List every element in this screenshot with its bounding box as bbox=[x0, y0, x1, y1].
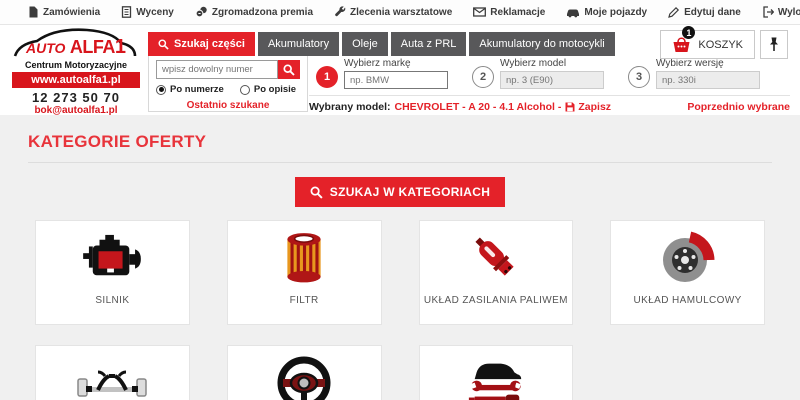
tab-szukaj-czesci[interactable]: Szukaj części bbox=[148, 32, 255, 56]
search-icon bbox=[283, 64, 295, 76]
tab-akumulatory[interactable]: Akumulatory bbox=[258, 32, 339, 56]
email-link[interactable]: bok@autoalfa1.pl bbox=[6, 105, 146, 116]
category-label: SILNIK bbox=[95, 295, 129, 307]
nav-item-orders[interactable]: Zamówienia bbox=[28, 6, 100, 18]
pin-icon bbox=[768, 37, 780, 52]
step-version: 3 Wybierz wersję bbox=[628, 58, 760, 89]
cart-label: KOSZYK bbox=[698, 39, 743, 51]
service-icon bbox=[465, 355, 527, 400]
search-icon bbox=[158, 39, 169, 50]
search-in-categories-button[interactable]: SZUKAJ W KATEGORIACH bbox=[295, 177, 505, 207]
brake-system-icon bbox=[660, 230, 716, 286]
bonus-icon bbox=[195, 6, 208, 18]
logo-tagline: Centrum Motoryzacyjne bbox=[6, 60, 146, 70]
brand-input[interactable] bbox=[344, 71, 448, 89]
nav-item-label: Moje pojazdy bbox=[584, 7, 647, 18]
nav-item-label: Zlecenia warsztatowe bbox=[350, 7, 452, 18]
category-label: UKŁAD ZASILANIA PALIWEM bbox=[424, 295, 568, 307]
envelope-icon bbox=[473, 6, 486, 18]
engine-icon bbox=[81, 233, 143, 283]
category-label: UKŁAD HAMULCOWY bbox=[634, 295, 742, 307]
nav-item-label: Edytuj dane bbox=[684, 7, 741, 18]
wrench-icon bbox=[334, 6, 346, 18]
nav-item-label: Reklamacje bbox=[490, 7, 545, 18]
radio-by-number[interactable]: Po numerze bbox=[156, 84, 224, 95]
step-label: Wybierz markę bbox=[344, 58, 448, 69]
step-model: 2 Wybierz model bbox=[472, 58, 604, 89]
filter-icon bbox=[281, 231, 327, 285]
category-card-axle[interactable] bbox=[35, 345, 190, 400]
axle-icon bbox=[76, 362, 148, 400]
cart-count-badge: 1 bbox=[682, 26, 695, 39]
edit-icon bbox=[668, 6, 680, 18]
category-card-silnik[interactable]: SILNIK bbox=[35, 220, 190, 325]
header: AUTO ALFA1 Centrum Motoryzacyjne www.aut… bbox=[0, 25, 800, 115]
nav-item-label: Zgromadzona premia bbox=[212, 7, 313, 18]
category-card-uklad-zasilania-paliwem[interactable]: UKŁAD ZASILANIA PALIWEM bbox=[419, 220, 574, 325]
category-card-uklad-hamulcowy[interactable]: UKŁAD HAMULCOWY bbox=[610, 220, 765, 325]
model-input[interactable] bbox=[500, 71, 604, 89]
radio-unchecked-icon bbox=[240, 85, 250, 95]
cart-area: 1 KOSZYK bbox=[660, 30, 788, 59]
vehicle-steps: 1 Wybierz markę 2 Wybierz model 3 Wybier… bbox=[316, 58, 760, 89]
main-content: KATEGORIE OFERTY SZUKAJ W KATEGORIACH bbox=[0, 115, 800, 400]
nav-item-complaints[interactable]: Reklamacje bbox=[473, 6, 545, 18]
logout-icon bbox=[762, 6, 774, 18]
logo[interactable]: AUTO ALFA1 Centrum Motoryzacyjne www.aut… bbox=[6, 25, 146, 116]
quotes-icon bbox=[121, 6, 132, 18]
step-label: Wybierz model bbox=[500, 58, 604, 69]
version-input[interactable] bbox=[656, 71, 760, 89]
logo-website[interactable]: www.autoalfa1.pl bbox=[12, 72, 140, 88]
steering-icon bbox=[276, 355, 332, 400]
pin-button[interactable] bbox=[760, 30, 788, 59]
page-title: KATEGORIE OFERTY bbox=[28, 132, 800, 152]
previously-selected-link[interactable]: Poprzednio wybrane bbox=[687, 101, 790, 113]
nav-item-label: Zamówienia bbox=[43, 7, 100, 18]
phone-number: 12 273 50 70 bbox=[6, 90, 146, 105]
nav-item-quotes[interactable]: Wyceny bbox=[121, 6, 174, 18]
header-tabs: Szukaj części Akumulatory Oleje Auta z P… bbox=[148, 32, 615, 56]
save-icon bbox=[565, 102, 575, 112]
step-number: 1 bbox=[316, 66, 338, 88]
nav-item-vehicles[interactable]: Moje pojazdy bbox=[566, 6, 647, 18]
nav-item-label: Wyceny bbox=[136, 7, 174, 18]
search-icon bbox=[310, 186, 323, 199]
selected-model-label: Wybrany model: bbox=[309, 101, 391, 113]
tab-oleje[interactable]: Oleje bbox=[342, 32, 388, 56]
part-search-panel: Po numerze Po opisie Ostatnio szukane bbox=[148, 56, 308, 112]
category-card-filtr[interactable]: FILTR bbox=[227, 220, 382, 325]
category-label: FILTR bbox=[290, 295, 319, 307]
nav-item-label: Wyloguj bbox=[778, 7, 800, 18]
top-nav: Zamówienia Wyceny Zgromadzona premia Zle… bbox=[0, 0, 800, 25]
selected-model-row: Wybrany model: CHEVROLET - A 20 - 4.1 Al… bbox=[309, 95, 790, 113]
nav-item-workshop[interactable]: Zlecenia warsztatowe bbox=[334, 6, 452, 18]
recently-searched-link[interactable]: Ostatnio szukane bbox=[156, 100, 300, 111]
car-icon bbox=[566, 6, 580, 18]
step-number: 3 bbox=[628, 66, 650, 88]
fuel-system-icon bbox=[469, 231, 523, 285]
save-model-link[interactable]: Zapisz bbox=[565, 101, 611, 113]
nav-item-edit[interactable]: Edytuj dane bbox=[668, 6, 741, 18]
nav-item-logout[interactable]: Wyloguj bbox=[762, 6, 800, 18]
part-number-input[interactable] bbox=[156, 60, 278, 79]
step-number: 2 bbox=[472, 66, 494, 88]
radio-by-description[interactable]: Po opisie bbox=[240, 84, 296, 95]
heading-divider bbox=[28, 162, 772, 163]
category-grid: SILNIK FILTR bbox=[35, 220, 765, 400]
category-card-steering[interactable] bbox=[227, 345, 382, 400]
part-search-button[interactable] bbox=[278, 60, 300, 79]
selected-model-value: CHEVROLET - A 20 - 4.1 Alcohol - bbox=[395, 101, 562, 113]
cart-button[interactable]: 1 KOSZYK bbox=[660, 30, 755, 59]
radio-checked-icon bbox=[156, 85, 166, 95]
step-brand: 1 Wybierz markę bbox=[316, 58, 448, 89]
category-card-service[interactable] bbox=[419, 345, 574, 400]
orders-icon bbox=[28, 6, 39, 18]
logo-text: AUTO ALFA1 bbox=[6, 36, 146, 59]
tab-auta-z-prl[interactable]: Auta z PRL bbox=[391, 32, 467, 56]
tab-akumulatory-do-motocykli[interactable]: Akumulatory do motocykli bbox=[469, 32, 614, 56]
nav-item-bonus[interactable]: Zgromadzona premia bbox=[195, 6, 313, 18]
step-label: Wybierz wersję bbox=[656, 58, 760, 69]
